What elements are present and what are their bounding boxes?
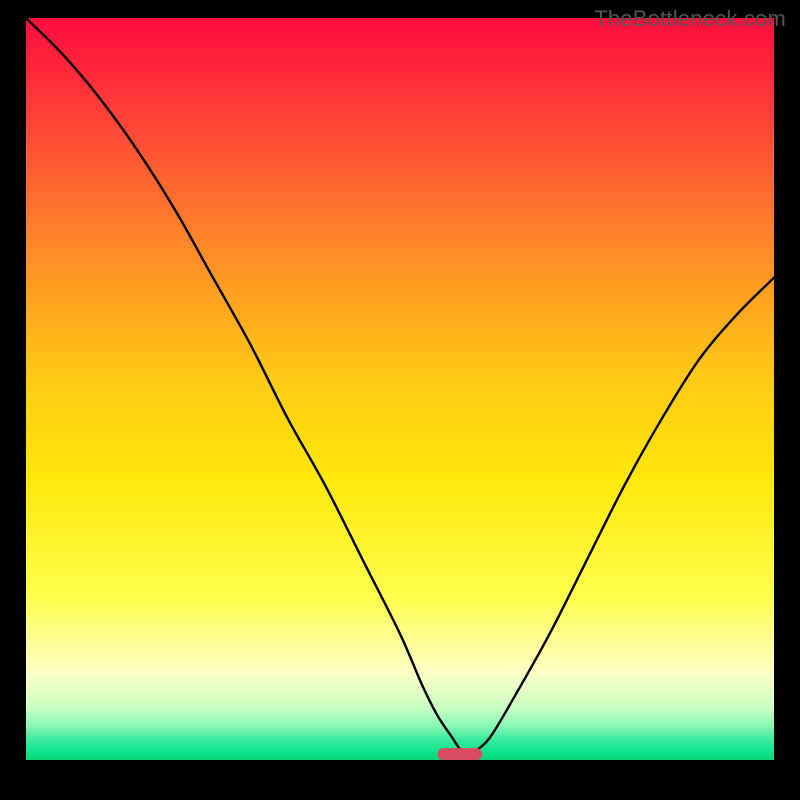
chart-svg: [26, 18, 774, 760]
optimum-marker: [437, 748, 482, 760]
watermark-text: TheBottleneck.com: [594, 6, 786, 32]
chart-container: TheBottleneck.com: [0, 0, 800, 800]
plot-area: [26, 18, 774, 760]
gradient-background: [26, 18, 774, 760]
